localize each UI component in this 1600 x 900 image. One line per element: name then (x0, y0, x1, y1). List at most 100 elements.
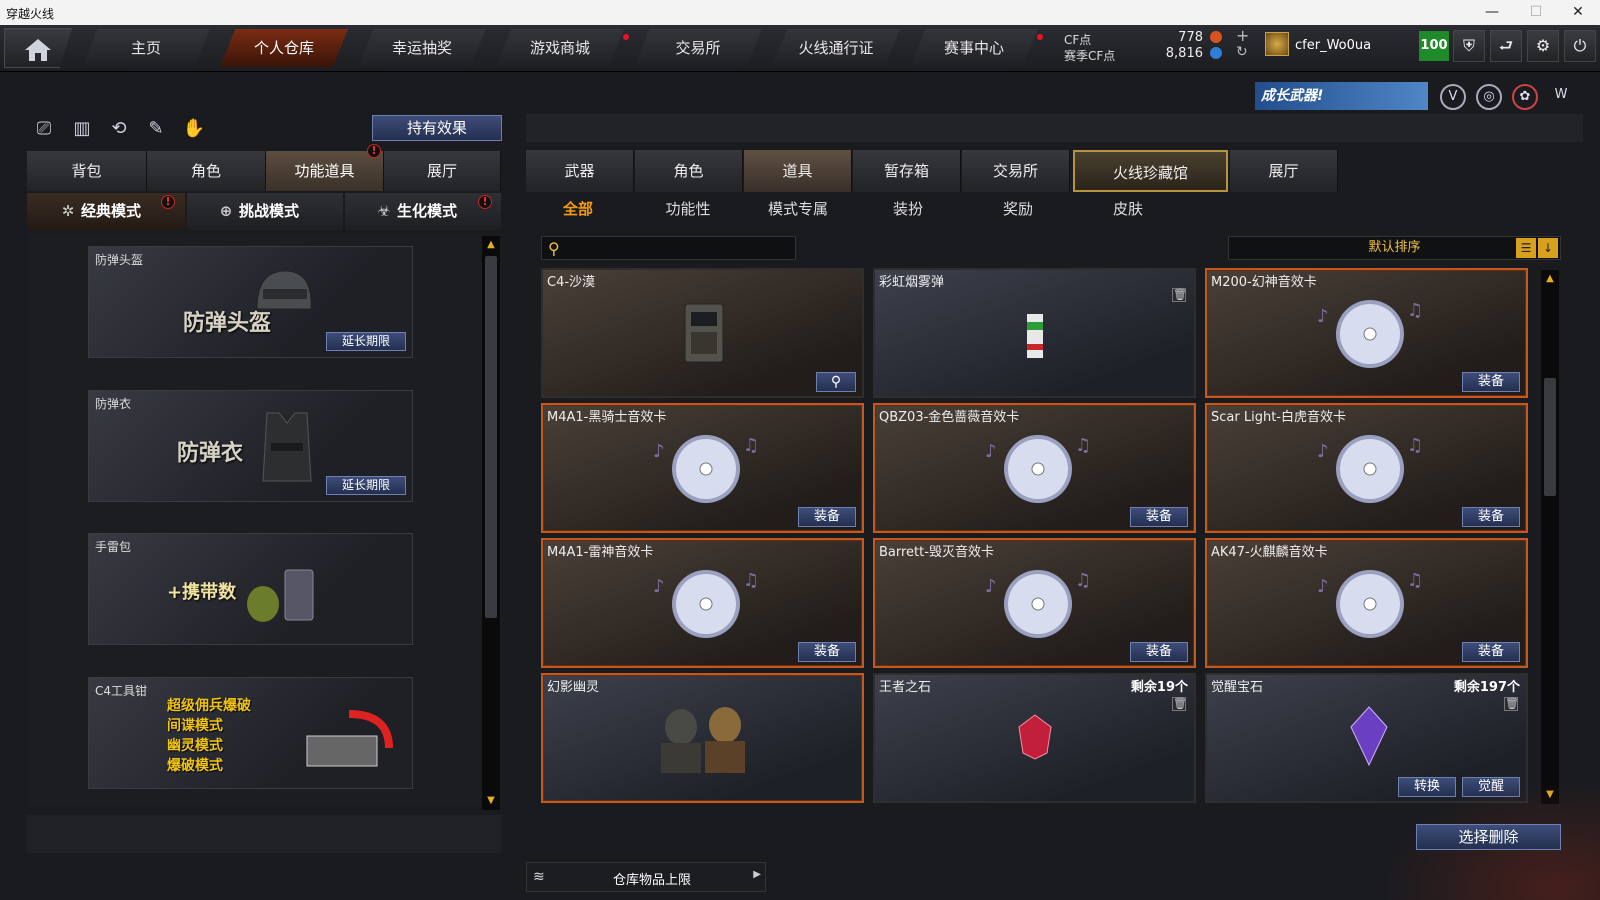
maximize-icon[interactable]: ☐ (1514, 0, 1558, 25)
layers-icon: ≋ (533, 869, 545, 885)
nav-tab-exchange[interactable]: 交易所 (634, 29, 762, 67)
scroll-up-icon[interactable]: ▲ (482, 238, 500, 252)
nav-tab-shop[interactable]: 游戏商城 (496, 29, 624, 67)
refresh-icon[interactable]: ↻ (1236, 44, 1248, 60)
scroll-down-icon[interactable]: ▼ (482, 794, 500, 808)
item-sound-card[interactable]: M4A1-黑骑士音效卡 ♪ ♫ 装备 (541, 403, 864, 533)
item-name: 彩虹烟雾弹 (879, 275, 945, 290)
badge-v-icon[interactable]: V (1440, 84, 1466, 110)
item-card-grenade-pack[interactable]: 手雷包 +携带数 (88, 533, 413, 645)
add-points-icon[interactable]: + (1236, 26, 1249, 45)
subtab-functional[interactable]: 功能性 (633, 198, 743, 222)
tab-weapons[interactable]: 武器 (526, 150, 634, 192)
return-icon[interactable]: ⮐ (1490, 30, 1522, 62)
trash-icon[interactable]: 🗑 (1172, 288, 1187, 302)
close-icon[interactable]: ✕ (1556, 0, 1600, 25)
item-sound-card[interactable]: AK47-火麒麟音效卡 ♪ ♫ 装备 (1205, 538, 1528, 668)
tab-showroom[interactable]: 展厅 (384, 151, 501, 191)
nav-tab-lottery[interactable]: 幸运抽奖 (358, 29, 486, 67)
equip-button[interactable]: 装备 (1462, 507, 1520, 527)
svg-text:♪: ♪ (985, 441, 997, 462)
capacity-bar[interactable]: ≋ 仓库物品上限 ▶ (526, 862, 766, 892)
svg-text:♪: ♪ (1317, 441, 1329, 462)
equip-button[interactable]: 装备 (1462, 642, 1520, 662)
item-card-helmet[interactable]: 防弹头盔 防弹头盔 延长期限 (88, 246, 413, 358)
tab-collection[interactable]: 火线珍藏馆 (1073, 150, 1228, 192)
select-delete-button[interactable]: 选择删除 (1416, 824, 1561, 850)
equip-button[interactable]: 装备 (1130, 642, 1188, 662)
nav-tab-events[interactable]: 赛事中心 (910, 29, 1038, 67)
subtab-all[interactable]: 全部 (523, 198, 633, 222)
brush-icon[interactable]: ✎ (142, 115, 170, 143)
effects-button[interactable]: 持有效果 (372, 115, 502, 141)
extend-button[interactable]: 延长期限 (326, 332, 406, 351)
extend-button[interactable]: 延长期限 (326, 476, 406, 495)
sort-order-icon[interactable]: ↓ (1538, 238, 1558, 258)
music-disc-icon: ♪ ♫ (653, 570, 759, 638)
left-scrollbar[interactable]: ▲ ▼ (482, 236, 500, 810)
w-logo-icon[interactable]: W (1548, 84, 1574, 110)
nav-tab-warehouse[interactable]: 个人仓库 (220, 29, 348, 67)
mode-challenge[interactable]: ⊕ 挑战模式 (187, 193, 343, 230)
tab-gallery[interactable]: 展厅 (1230, 150, 1338, 192)
tab-characters[interactable]: 角色 (635, 150, 743, 192)
growth-weapon-banner[interactable]: 成长武器! (1255, 82, 1428, 110)
item-sound-card[interactable]: Barrett-毁灭音效卡 ♪ ♫ 装备 (873, 538, 1196, 668)
tab-character[interactable]: 角色 (147, 151, 266, 191)
sort-dropdown[interactable]: 默认排序 (1228, 236, 1561, 260)
scroll-thumb[interactable] (485, 256, 497, 618)
item-sound-card[interactable]: Scar Light-白虎音效卡 ♪ ♫ 装备 (1205, 403, 1528, 533)
avatar[interactable] (1265, 32, 1289, 56)
trash-icon[interactable]: 🗑 (1172, 697, 1187, 711)
home-button[interactable] (4, 28, 72, 68)
item-king-stone[interactable]: 王者之石 剩余19个 🗑 (873, 673, 1196, 803)
equip-button[interactable]: 装备 (1130, 507, 1188, 527)
shield-icon[interactable]: ⛨ (1453, 30, 1485, 62)
subtab-mode-exclusive[interactable]: 模式专属 (743, 198, 853, 222)
equip-button[interactable]: 装备 (1462, 372, 1520, 392)
item-sound-card[interactable]: QBZ03-金色蔷薇音效卡 ♪ ♫ 装备 (873, 403, 1196, 533)
item-sound-card[interactable]: M200-幻神音效卡 ♪ ♫ 装备 (1205, 268, 1528, 398)
search-input[interactable]: ⚲ (541, 236, 796, 260)
minimize-icon[interactable]: — (1470, 0, 1514, 25)
item-big-label: 防弹头盔 (183, 311, 272, 336)
tab-storage[interactable]: 暂存箱 (853, 150, 961, 192)
subtab-skins[interactable]: 皮肤 (1073, 198, 1183, 222)
scroll-thumb[interactable] (1544, 378, 1556, 496)
subtab-costume[interactable]: 装扮 (853, 198, 963, 222)
tab-function-items[interactable]: 功能道具 (266, 151, 384, 191)
tab-backpack[interactable]: 背包 (27, 151, 147, 191)
trash-icon[interactable]: 🗑 (1504, 697, 1519, 711)
toggle-off-icon[interactable]: ⎚ (30, 115, 58, 143)
item-name: QBZ03-金色蔷薇音效卡 (879, 410, 1020, 425)
item-sound-card[interactable]: M4A1-雷神音效卡 ♪ ♫ 装备 (541, 538, 864, 668)
svg-text:♫: ♫ (1407, 435, 1423, 456)
nav-tab-home[interactable]: 主页 (82, 29, 210, 67)
list-view-icon[interactable]: ☰ (1516, 238, 1536, 258)
gear-icon[interactable]: ⚙ (1527, 30, 1559, 62)
right-scrollbar[interactable]: ▲ ▼ (1541, 270, 1559, 804)
power-icon[interactable]: ⏻ (1564, 30, 1596, 62)
glove-icon[interactable]: ✋ (180, 115, 208, 143)
nav-tab-pass[interactable]: 火线通行证 (772, 29, 900, 67)
c4-modes-list: 超级佣兵爆破 间谍模式 幽灵模式 爆破模式 (167, 698, 251, 774)
item-c4-desert[interactable]: C4-沙漠 ⚲ (541, 268, 864, 398)
item-rainbow-smoke[interactable]: 彩虹烟雾弹 🗑 (873, 268, 1196, 398)
equip-button[interactable]: 装备 (798, 507, 856, 527)
tab-items[interactable]: 道具 (744, 150, 852, 192)
item-name: 防弹头盔 (95, 253, 144, 267)
item-phantom-ghost[interactable]: 幻影幽灵 (541, 673, 864, 803)
equip-button[interactable]: 装备 (798, 642, 856, 662)
subtab-rewards[interactable]: 奖励 (963, 198, 1073, 222)
rose-icon[interactable]: ✿ (1512, 84, 1538, 110)
scroll-up-icon[interactable]: ▲ (1541, 272, 1559, 286)
ranking-icon[interactable]: ▥ (68, 115, 96, 143)
item-card-c4-tool[interactable]: C4工具钳 超级佣兵爆破 间谍模式 幽灵模式 爆破模式 (88, 677, 413, 789)
item-card-vest[interactable]: 防弹衣 防弹衣 延长期限 (88, 390, 413, 502)
history-icon[interactable]: ⟲ (105, 115, 133, 143)
tab-trade[interactable]: 交易所 (962, 150, 1070, 192)
globe-icon[interactable]: ◎ (1476, 84, 1502, 110)
search-icon: ⚲ (548, 239, 560, 258)
item-name: 幻影幽灵 (547, 680, 600, 695)
search-icon[interactable]: ⚲ (816, 372, 856, 392)
